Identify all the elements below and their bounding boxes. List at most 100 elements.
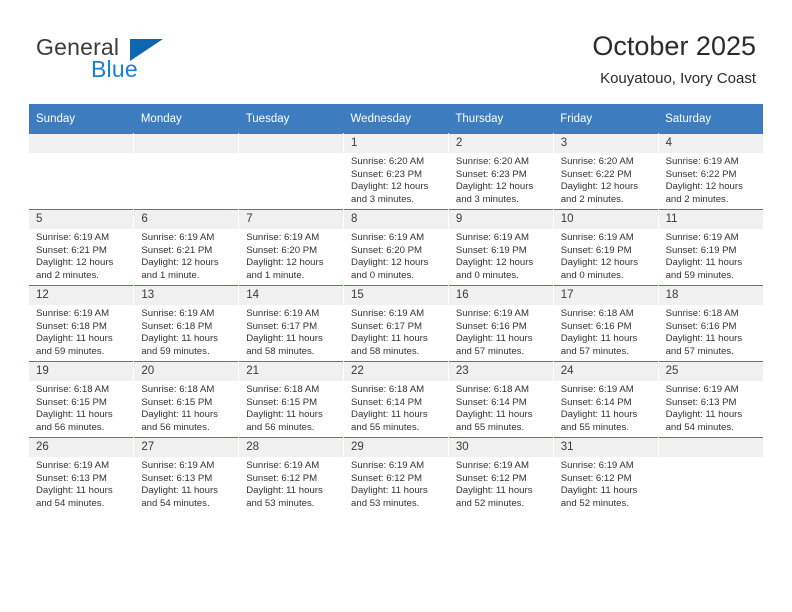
daylight-duration-line2: and 53 minutes. <box>351 497 420 509</box>
day-details: Sunrise: 6:19 AM Sunset: 6:14 PM Daylight:… <box>554 381 658 434</box>
calendar-day-cell[interactable]: 14 Sunrise: 6:19 AM Sunset: 6:17 PM Dayligh… <box>238 285 345 362</box>
sunset-time: Sunset: 6:16 PM <box>665 320 737 332</box>
calendar-day-cell[interactable]: 15 Sunrise: 6:19 AM Sunset: 6:17 PM Dayligh… <box>343 285 449 362</box>
calendar-day-cell[interactable]: 31 Sunrise: 6:19 AM Sunset: 6:12 PM Dayligh… <box>553 437 659 513</box>
calendar-day-cell[interactable]: 3 Sunrise: 6:20 AM Sunset: 6:22 PM Daylight… <box>553 133 659 210</box>
sunset-time: Sunset: 6:23 PM <box>351 168 422 180</box>
calendar-day-cell[interactable]: 6 Sunrise: 6:19 AM Sunset: 6:21 PM Daylight… <box>133 209 240 286</box>
sunset-time: Sunset: 6:12 PM <box>351 472 422 484</box>
title-block: October 2025 Kouyatouo, Ivory Coast <box>592 30 756 88</box>
daylight-duration-line2: and 58 minutes. <box>246 345 315 357</box>
sunrise-time: Sunrise: 6:19 AM <box>351 232 425 243</box>
day-number: 31 <box>553 438 658 457</box>
calendar-day-cell[interactable]: 25 Sunrise: 6:19 AM Sunset: 6:13 PM Dayligh… <box>658 361 763 438</box>
calendar-page: General Blue October 2025 Kouyatouo, Ivo… <box>0 0 792 612</box>
sunrise-time: Sunrise: 6:19 AM <box>141 308 215 319</box>
daylight-duration-line1: Daylight: 11 hours <box>560 409 638 421</box>
calendar-day-cell[interactable]: 12 Sunrise: 6:19 AM Sunset: 6:18 PM Dayligh… <box>29 285 135 362</box>
daylight-duration-line1: Daylight: 11 hours <box>665 333 743 345</box>
daylight-duration-line2: and 56 minutes. <box>246 421 315 433</box>
calendar-day-cell[interactable]: 13 Sunrise: 6:19 AM Sunset: 6:18 PM Dayligh… <box>133 285 240 362</box>
day-number: 24 <box>553 362 658 381</box>
day-details: Sunrise: 6:19 AM Sunset: 6:21 PM Daylight:… <box>29 229 133 282</box>
calendar-day-cell[interactable]: 30 Sunrise: 6:19 AM Sunset: 6:12 PM Dayligh… <box>448 437 554 513</box>
calendar-day-cell[interactable]: 4 Sunrise: 6:19 AM Sunset: 6:22 PM Daylight… <box>658 133 763 210</box>
calendar-day-cell[interactable]: 10 Sunrise: 6:19 AM Sunset: 6:19 PM Dayligh… <box>553 209 659 286</box>
calendar-day-cell[interactable]: 23 Sunrise: 6:18 AM Sunset: 6:14 PM Dayligh… <box>448 361 554 438</box>
daylight-duration-line2: and 2 minutes. <box>36 269 99 281</box>
day-number: 7 <box>239 210 344 229</box>
daylight-duration-line2: and 57 minutes. <box>560 345 629 357</box>
daylight-duration-line1: Daylight: 12 hours <box>246 257 324 269</box>
day-number: 12 <box>29 286 134 305</box>
day-number <box>134 134 239 153</box>
calendar-day-cell[interactable]: 22 Sunrise: 6:18 AM Sunset: 6:14 PM Dayligh… <box>343 361 449 438</box>
sunset-time: Sunset: 6:20 PM <box>246 244 318 256</box>
calendar-day-cell[interactable]: 29 Sunrise: 6:19 AM Sunset: 6:12 PM Dayligh… <box>343 437 449 513</box>
calendar-day-cell[interactable]: 17 Sunrise: 6:18 AM Sunset: 6:16 PM Dayligh… <box>553 285 659 362</box>
day-number: 2 <box>448 134 553 153</box>
sunrise-time: Sunrise: 6:19 AM <box>36 460 110 471</box>
calendar-day-cell[interactable]: 7 Sunrise: 6:19 AM Sunset: 6:20 PM Daylight… <box>238 209 345 286</box>
daylight-duration-line2: and 57 minutes. <box>665 345 734 357</box>
daylight-duration-line1: Daylight: 12 hours <box>351 181 429 193</box>
calendar-day-cell[interactable]: 2 Sunrise: 6:20 AM Sunset: 6:23 PM Daylight… <box>448 133 554 210</box>
daylight-duration-line1: Daylight: 11 hours <box>351 333 428 345</box>
calendar-day-cell[interactable]: 24 Sunrise: 6:19 AM Sunset: 6:14 PM Dayligh… <box>553 361 659 438</box>
day-number: 3 <box>553 134 658 153</box>
daylight-duration-line1: Daylight: 12 hours <box>141 257 219 269</box>
day-details: Sunrise: 6:19 AM Sunset: 6:13 PM Daylight:… <box>29 457 133 510</box>
day-number: 11 <box>658 210 763 229</box>
calendar-day-cell[interactable]: 21 Sunrise: 6:18 AM Sunset: 6:15 PM Dayligh… <box>238 361 345 438</box>
calendar-week-row: 19 Sunrise: 6:18 AM Sunset: 6:15 PM Dayligh… <box>29 361 763 438</box>
calendar-day-cell[interactable]: 26 Sunrise: 6:19 AM Sunset: 6:13 PM Dayligh… <box>29 437 135 513</box>
daylight-duration-line1: Daylight: 11 hours <box>665 409 743 421</box>
calendar-day-cell[interactable]: 16 Sunrise: 6:19 AM Sunset: 6:16 PM Dayligh… <box>448 285 554 362</box>
daylight-duration-line1: Daylight: 11 hours <box>141 409 218 421</box>
calendar-day-cell[interactable]: 20 Sunrise: 6:18 AM Sunset: 6:15 PM Dayligh… <box>133 361 240 438</box>
calendar-day-cell[interactable]: 9 Sunrise: 6:19 AM Sunset: 6:19 PM Daylight… <box>448 209 554 286</box>
sunset-time: Sunset: 6:17 PM <box>351 320 422 332</box>
daylight-duration-line1: Daylight: 11 hours <box>351 485 428 497</box>
day-number: 21 <box>239 362 344 381</box>
sunset-time: Sunset: 6:21 PM <box>36 244 107 256</box>
sunrise-time: Sunrise: 6:18 AM <box>36 384 110 395</box>
sunset-time: Sunset: 6:15 PM <box>141 396 213 408</box>
calendar-day-cell[interactable]: 19 Sunrise: 6:18 AM Sunset: 6:15 PM Dayligh… <box>29 361 135 438</box>
calendar-day-cell[interactable]: 28 Sunrise: 6:19 AM Sunset: 6:12 PM Dayligh… <box>238 437 345 513</box>
sunrise-time: Sunrise: 6:20 AM <box>560 156 634 167</box>
daylight-duration-line1: Daylight: 11 hours <box>36 409 113 421</box>
calendar-day-cell[interactable]: 1 Sunrise: 6:20 AM Sunset: 6:23 PM Daylight… <box>343 133 449 210</box>
daylight-duration-line2: and 2 minutes. <box>560 193 624 205</box>
weekday-header-thursday: Thursday <box>448 104 554 134</box>
sunset-time: Sunset: 6:21 PM <box>141 244 213 256</box>
weekday-header-tuesday: Tuesday <box>238 104 344 134</box>
daylight-duration-line2: and 0 minutes. <box>351 269 414 281</box>
daylight-duration-line2: and 1 minute. <box>141 269 200 281</box>
daylight-duration-line2: and 56 minutes. <box>141 421 210 433</box>
day-details: Sunrise: 6:19 AM Sunset: 6:22 PM Daylight:… <box>659 153 763 206</box>
sunset-time: Sunset: 6:13 PM <box>141 472 213 484</box>
day-number: 4 <box>658 134 763 153</box>
calendar-day-cell[interactable]: 11 Sunrise: 6:19 AM Sunset: 6:19 PM Dayligh… <box>658 209 763 286</box>
day-details: Sunrise: 6:19 AM Sunset: 6:18 PM Daylight:… <box>29 305 133 358</box>
daylight-duration-line1: Daylight: 11 hours <box>665 257 743 269</box>
brand-logo[interactable]: General Blue <box>36 34 266 90</box>
calendar-day-cell[interactable]: 18 Sunrise: 6:18 AM Sunset: 6:16 PM Dayligh… <box>658 285 763 362</box>
day-number: 29 <box>344 438 448 457</box>
sunrise-time: Sunrise: 6:19 AM <box>560 460 634 471</box>
calendar-day-cell[interactable]: 8 Sunrise: 6:19 AM Sunset: 6:20 PM Daylight… <box>343 209 449 286</box>
day-number: 14 <box>239 286 344 305</box>
day-number: 9 <box>448 210 553 229</box>
daylight-duration-line2: and 52 minutes. <box>560 497 629 509</box>
calendar-week-row: 1 Sunrise: 6:20 AM Sunset: 6:23 PM Daylight… <box>29 133 763 210</box>
daylight-duration-line2: and 59 minutes. <box>141 345 210 357</box>
calendar-day-cell[interactable]: 27 Sunrise: 6:19 AM Sunset: 6:13 PM Dayligh… <box>133 437 240 513</box>
daylight-duration-line1: Daylight: 11 hours <box>455 485 533 497</box>
day-number: 27 <box>134 438 239 457</box>
calendar-day-cell[interactable]: 5 Sunrise: 6:19 AM Sunset: 6:21 PM Daylight… <box>29 209 135 286</box>
day-number: 18 <box>658 286 763 305</box>
sunrise-time: Sunrise: 6:19 AM <box>246 232 320 243</box>
page-title: October 2025 <box>592 31 756 61</box>
day-number: 25 <box>658 362 763 381</box>
